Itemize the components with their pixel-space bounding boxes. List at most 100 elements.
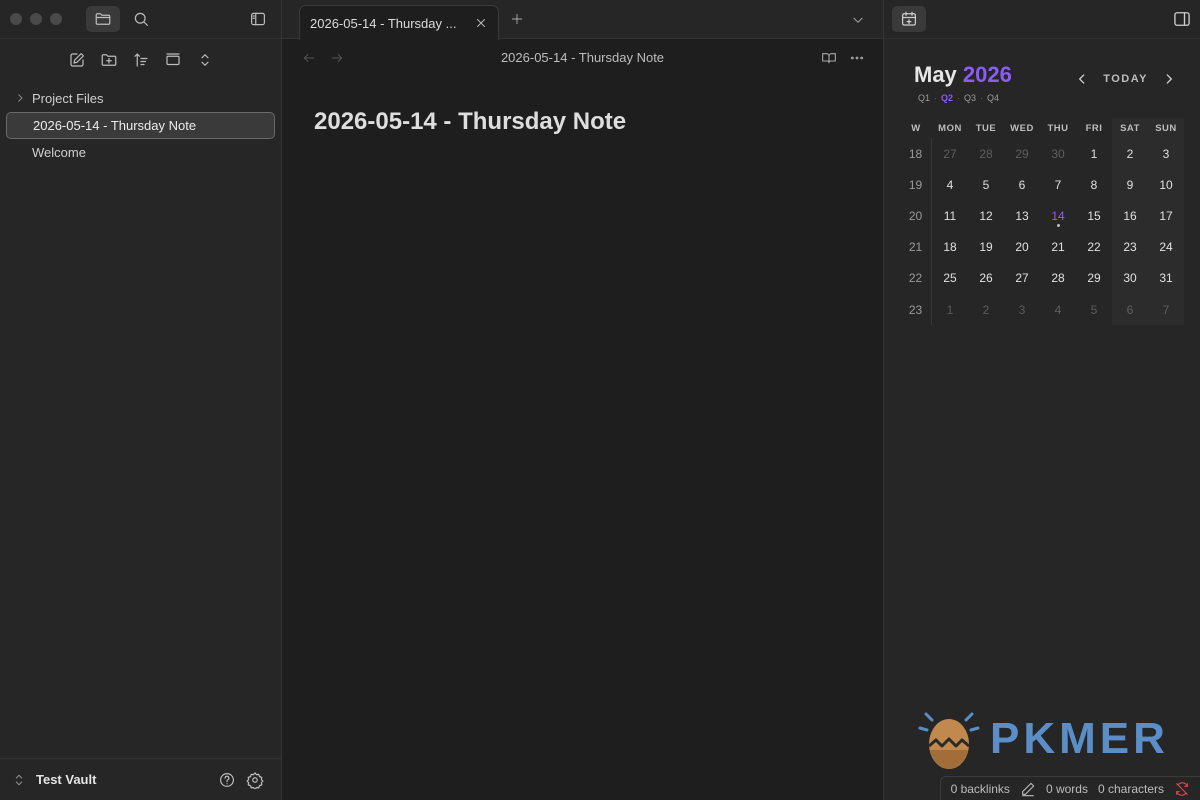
backlinks-count[interactable]: 0 backlinks: [951, 782, 1010, 796]
new-note-button[interactable]: [64, 47, 90, 73]
quarter-q2[interactable]: Q2: [941, 93, 953, 103]
chevron-right-icon: [14, 92, 26, 104]
calendar-day[interactable]: 29: [1076, 263, 1112, 294]
calendar-day[interactable]: 28: [968, 138, 1004, 169]
tree-file-welcome[interactable]: Welcome: [6, 139, 275, 166]
calendar-day[interactable]: 15: [1076, 200, 1112, 231]
tab-thursday-note[interactable]: 2026-05-14 - Thursday ...: [299, 5, 499, 40]
folder-icon: [95, 13, 111, 25]
week-number-header: W: [911, 122, 921, 134]
previous-month-button[interactable]: [1075, 72, 1089, 86]
close-tab-button[interactable]: [474, 16, 488, 30]
note-title[interactable]: 2026-05-14 - Thursday Note: [314, 108, 626, 136]
calendar-day[interactable]: 30: [1040, 138, 1076, 169]
calendar-day[interactable]: 24: [1148, 231, 1184, 263]
quarter-q4[interactable]: Q4: [987, 93, 999, 103]
tab-list-button[interactable]: [851, 13, 865, 27]
calendar-day[interactable]: 21: [1040, 232, 1076, 263]
more-horizontal-icon: [850, 56, 864, 60]
week-number[interactable]: 20: [900, 200, 932, 232]
new-tab-button[interactable]: [510, 12, 524, 26]
calendar-day[interactable]: 1: [932, 294, 968, 325]
weekday-header: SAT: [1112, 118, 1148, 138]
calendar-day[interactable]: 2: [1112, 138, 1148, 170]
calendar-day[interactable]: 5: [1076, 294, 1112, 325]
file-explorer-tab[interactable]: [86, 6, 120, 32]
calendar-day[interactable]: 29: [1004, 138, 1040, 169]
calendar-day[interactable]: 27: [932, 138, 968, 169]
week-number[interactable]: 23: [900, 293, 932, 326]
weekday-header: MON: [938, 122, 962, 134]
chevron-down-icon: [853, 17, 863, 23]
calendar-day[interactable]: 3: [1148, 138, 1184, 170]
editing-mode-button[interactable]: [1020, 781, 1036, 797]
calendar-day[interactable]: 10: [1148, 169, 1184, 201]
close-window-button[interactable]: [10, 13, 22, 25]
reading-view-button[interactable]: [821, 50, 837, 66]
calendar-day[interactable]: 11: [932, 200, 968, 231]
week-number[interactable]: 22: [900, 262, 932, 294]
left-sidebar-toggle[interactable]: [241, 6, 275, 32]
calendar-day[interactable]: 14: [1040, 200, 1076, 231]
calendar-day[interactable]: 5: [968, 169, 1004, 200]
tree-item-label: Project Files: [32, 91, 104, 106]
vault-name[interactable]: Test Vault: [36, 772, 213, 787]
tree-file-thursday-note[interactable]: 2026-05-14 - Thursday Note: [6, 112, 275, 139]
calendar-day[interactable]: 8: [1076, 169, 1112, 200]
settings-icon: [246, 771, 264, 789]
calendar-day[interactable]: 7: [1148, 293, 1184, 326]
calendar-day[interactable]: 1: [1076, 138, 1112, 169]
calendar-grid: W MON TUE WED THU FRI SAT SUN 18 27 28 29 30 1 2 3 19 4 5 6…: [900, 118, 1184, 326]
calendar-day[interactable]: 2: [968, 294, 1004, 325]
calendar-day[interactable]: 18: [932, 232, 968, 263]
help-button[interactable]: [213, 767, 241, 793]
calendar-plus-icon: [902, 11, 916, 26]
calendar-day[interactable]: 13: [1004, 200, 1040, 231]
quarter-q1[interactable]: Q1: [918, 93, 930, 103]
more-options-button[interactable]: [849, 50, 865, 66]
right-sidebar-toggle[interactable]: [1172, 9, 1192, 29]
calendar-day[interactable]: 4: [1040, 294, 1076, 325]
new-folder-button[interactable]: [96, 47, 122, 73]
view-title[interactable]: 2026-05-14 - Thursday Note: [282, 50, 883, 65]
collapse-all-button[interactable]: [160, 47, 186, 73]
calendar-day[interactable]: 25: [932, 263, 968, 294]
week-number[interactable]: 18: [900, 138, 932, 170]
calendar-day[interactable]: 26: [968, 263, 1004, 294]
calendar-day[interactable]: 9: [1112, 169, 1148, 201]
calendar-day[interactable]: 31: [1148, 262, 1184, 294]
calendar-title: May 2026: [914, 62, 1012, 88]
calendar-day[interactable]: 6: [1004, 169, 1040, 200]
calendar-day[interactable]: 23: [1112, 231, 1148, 263]
calendar-day[interactable]: 12: [968, 200, 1004, 231]
week-number[interactable]: 19: [900, 169, 932, 201]
today-button[interactable]: TODAY: [1103, 73, 1148, 85]
calendar-day[interactable]: 4: [932, 169, 968, 200]
search-tab[interactable]: [124, 6, 158, 32]
calendar-day[interactable]: 28: [1040, 263, 1076, 294]
calendar-tab[interactable]: [892, 6, 926, 32]
sort-button[interactable]: [128, 47, 154, 73]
calendar-day[interactable]: 7: [1040, 169, 1076, 200]
settings-button[interactable]: [241, 767, 269, 793]
collapse-icon: [165, 53, 180, 66]
vault-switcher-icon[interactable]: [12, 772, 26, 788]
tree-folder-project-files[interactable]: Project Files: [6, 85, 275, 112]
next-month-button[interactable]: [1162, 72, 1176, 86]
zoom-window-button[interactable]: [50, 13, 62, 25]
calendar-day[interactable]: 20: [1004, 232, 1040, 263]
calendar-day[interactable]: 3: [1004, 294, 1040, 325]
expand-all-button[interactable]: [192, 47, 218, 73]
calendar-day[interactable]: 30: [1112, 262, 1148, 294]
calendar-month: May: [914, 62, 957, 87]
quarter-q3[interactable]: Q3: [964, 93, 976, 103]
sync-status-button[interactable]: [1174, 781, 1190, 797]
calendar-day[interactable]: 16: [1112, 200, 1148, 232]
week-number[interactable]: 21: [900, 231, 932, 263]
calendar-day[interactable]: 27: [1004, 263, 1040, 294]
calendar-day[interactable]: 19: [968, 232, 1004, 263]
calendar-day[interactable]: 22: [1076, 232, 1112, 263]
minimize-window-button[interactable]: [30, 13, 42, 25]
calendar-day[interactable]: 17: [1148, 200, 1184, 232]
calendar-day[interactable]: 6: [1112, 293, 1148, 326]
